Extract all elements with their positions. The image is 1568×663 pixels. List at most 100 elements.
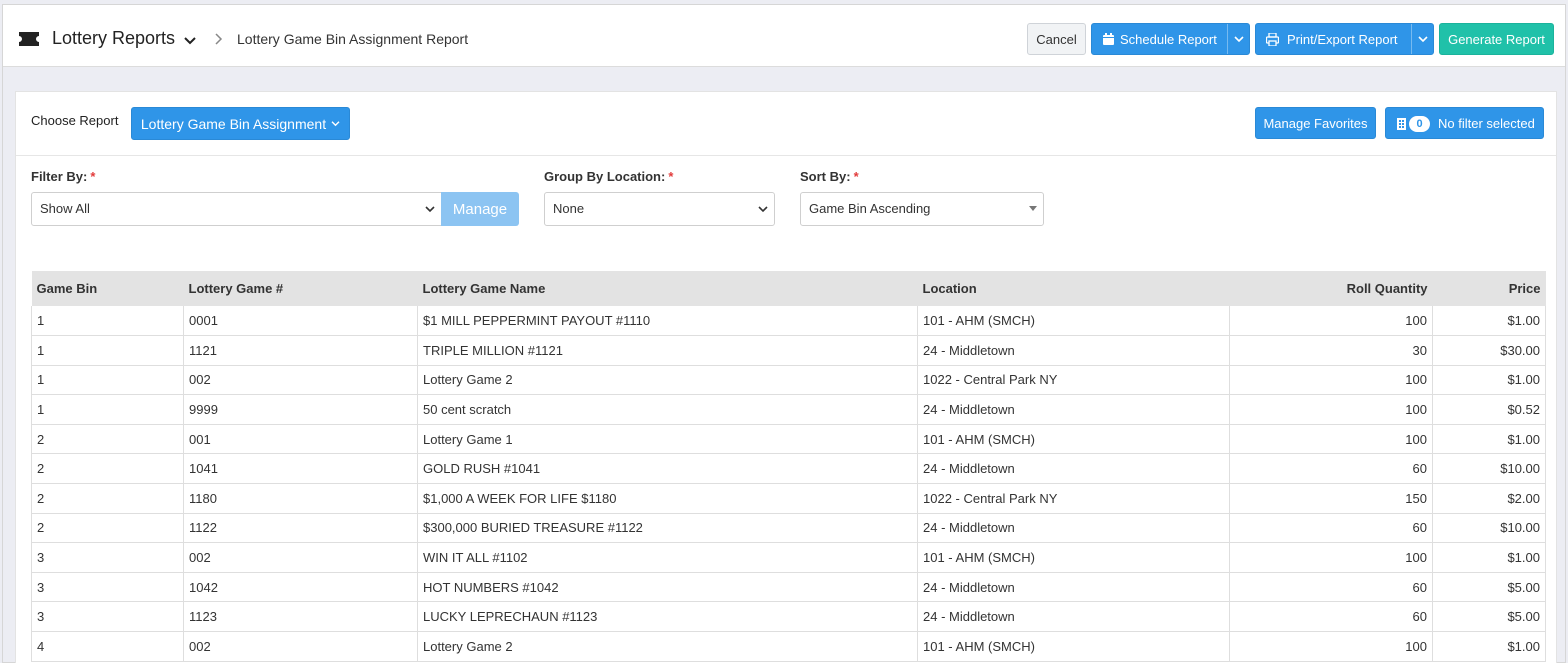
chevron-right-icon [215,33,223,45]
chevron-down-icon [425,206,435,213]
table-cell: 1022 - Central Park NY [917,483,1230,514]
printer-icon [1266,33,1279,46]
table-cell: 1123 [183,601,418,633]
chevron-down-icon[interactable] [184,35,196,47]
table-cell: 002 [183,631,418,662]
column-header[interactable]: Price [1432,271,1546,306]
chevron-down-icon [1418,36,1428,43]
group-by-select[interactable]: None [544,192,775,226]
column-header[interactable]: Game Bin [31,271,184,306]
filter-icon [1397,118,1406,130]
generate-report-label: Generate Report [1448,31,1545,47]
table-cell: $10.00 [1432,453,1546,485]
table-row: 2 1122 $300,000 BURIED TREASURE #1122 24 - … [31,512,1546,544]
column-header[interactable]: Lottery Game Name [417,271,918,306]
table-row: 1 9999 50 cent scratch 24 - Middletown 100 $0… [31,394,1546,425]
table-cell: $1.00 [1432,306,1546,337]
page-title: Lottery Reports [52,28,176,48]
table-cell: 1121 [183,335,418,366]
schedule-report-button[interactable]: Schedule Report [1091,23,1250,55]
group-by-value: None [553,201,585,216]
table-cell: 24 - Middletown [917,601,1230,633]
filter-status-label: No filter selected [1438,116,1535,131]
table-row: 2 001 Lottery Game 1 101 - AHM (SMCH) 100 $1.… [31,423,1546,455]
filter-by-label-text: Filter By: [31,169,88,184]
group-by-label-text: Group By Location: [544,169,666,184]
required-marker: * [90,169,96,184]
table-cell: $30.00 [1432,335,1546,366]
table-cell: 60 [1229,512,1433,544]
filter-by-label: Filter By: * [31,169,95,184]
sort-by-select[interactable]: Game Bin Ascending [800,192,1044,226]
table-cell: 100 [1229,394,1433,425]
table-cell: 3 [31,542,184,573]
print-export-label: Print/Export Report [1287,32,1398,47]
table-cell: 002 [183,542,418,573]
manage-filter-button[interactable]: Manage [441,192,519,226]
choose-report-label: Choose Report [31,113,119,128]
column-header[interactable]: Lottery Game # [183,271,418,306]
table-cell: 0001 [183,306,418,337]
filter-by-select[interactable]: Show All [31,192,442,226]
sort-by-label: Sort By: * [800,169,859,184]
breadcrumb-current: Lottery Game Bin Assignment Report [237,31,469,47]
manage-favorites-button[interactable]: Manage Favorites [1255,107,1376,139]
table-cell: 2 [31,512,184,544]
table-cell: 101 - AHM (SMCH) [917,423,1230,455]
choose-report-dropdown[interactable]: Lottery Game Bin Assignment [131,107,350,140]
table-cell: 1 [31,306,184,337]
table-cell: 1041 [183,453,418,485]
table-cell: 150 [1229,483,1433,514]
cancel-button[interactable]: Cancel [1027,23,1086,55]
table-cell: 100 [1229,364,1433,396]
sort-by-value: Game Bin Ascending [809,201,931,216]
table-row: 2 1041 GOLD RUSH #1041 24 - Middletown 60 $10… [31,453,1546,485]
table-cell: 101 - AHM (SMCH) [917,306,1230,337]
table-row: 2 1180 $1,000 A WEEK FOR LIFE $1180 1022 - … [31,483,1546,514]
table-row: 3 1042 HOT NUMBERS #1042 24 - Middletown 60 $… [31,571,1546,603]
table-cell: 24 - Middletown [917,335,1230,366]
table-cell: $1.00 [1432,364,1546,396]
required-marker: * [668,169,674,184]
table-cell: 1022 - Central Park NY [917,364,1230,396]
table-row: 3 002 WIN IT ALL #1102 101 - AHM (SMCH) 100 $… [31,542,1546,573]
table-cell: 60 [1229,453,1433,485]
table-cell: Lottery Game 2 [417,364,918,396]
column-header[interactable]: Location [917,271,1230,306]
chevron-down-icon [331,121,340,127]
table-cell: 1 [31,394,184,425]
table-cell: 101 - AHM (SMCH) [917,542,1230,573]
report-panel: Choose Report Lottery Game Bin Assignmen… [15,91,1557,663]
table-cell: 24 - Middletown [917,512,1230,544]
print-dropdown-toggle[interactable] [1411,24,1433,54]
table-cell: $5.00 [1432,601,1546,633]
table-cell: 3 [31,601,184,633]
table-cell: 2 [31,423,184,455]
column-header[interactable]: Roll Quantity [1229,271,1433,306]
cancel-button-label: Cancel [1036,31,1077,47]
table-cell: 30 [1229,335,1433,366]
table-row: 1 1121 TRIPLE MILLION #1121 24 - Middletown… [31,335,1546,366]
table-cell: 1122 [183,512,418,544]
report-table: Game Bin Lottery Game # Lottery Game Nam… [31,271,1546,662]
generate-report-button[interactable]: Generate Report [1439,23,1554,55]
table-cell: Lottery Game 2 [417,631,918,662]
table-cell: 100 [1229,423,1433,455]
filter-status-button[interactable]: 0 No filter selected [1385,107,1544,139]
table-cell: WIN IT ALL #1102 [417,542,918,573]
table-cell: 24 - Middletown [917,394,1230,425]
print-export-button[interactable]: Print/Export Report [1255,23,1434,55]
choose-report-value: Lottery Game Bin Assignment [140,115,327,132]
table-cell: Lottery Game 1 [417,423,918,455]
table-cell: GOLD RUSH #1041 [417,453,918,485]
table-cell: 1 [31,364,184,396]
table-cell: LUCKY LEPRECHAUN #1123 [417,601,918,633]
table-cell: 2 [31,453,184,485]
table-cell: 101 - AHM (SMCH) [917,631,1230,662]
schedule-dropdown-toggle[interactable] [1227,24,1249,54]
filter-count-badge: 0 [1409,116,1430,132]
table-cell: TRIPLE MILLION #1121 [417,335,918,366]
calendar-icon [1103,33,1114,45]
chevron-down-icon [758,206,768,213]
table-cell: 24 - Middletown [917,571,1230,603]
